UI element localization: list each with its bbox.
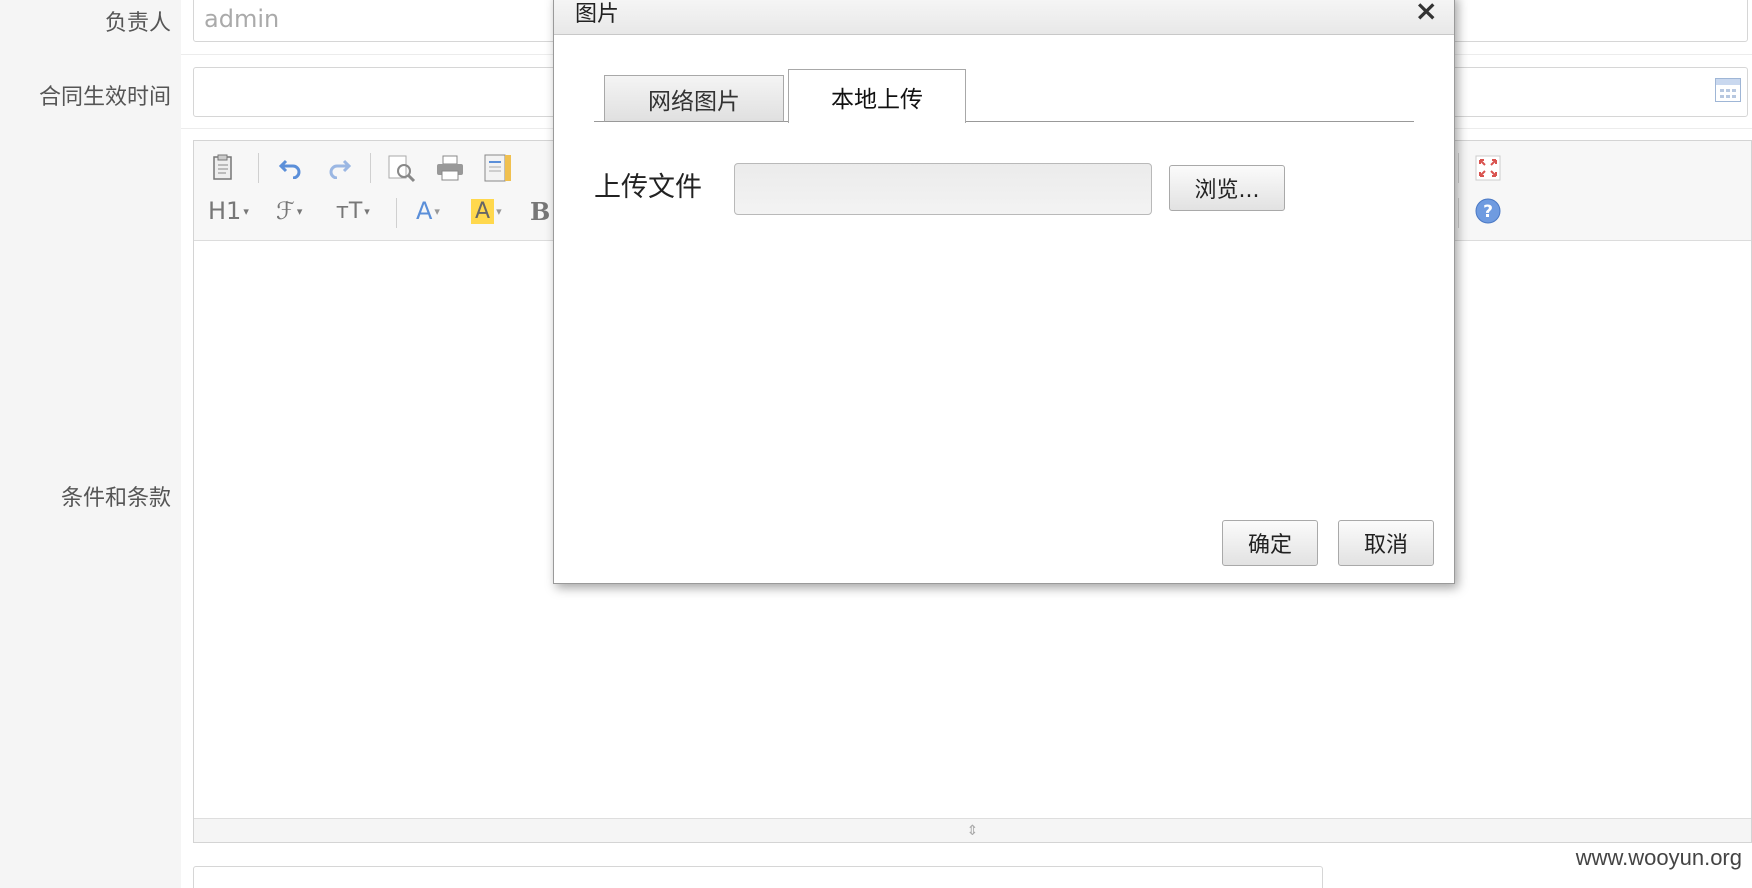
editor-resize-handle[interactable]: ⇕: [194, 818, 1751, 842]
bold-label: B: [530, 196, 551, 226]
toolbar-separator: [370, 153, 371, 183]
undo-icon[interactable]: [276, 153, 306, 183]
browse-button[interactable]: 浏览...: [1169, 165, 1285, 211]
toolbar-separator: [258, 153, 259, 183]
next-field-input[interactable]: [193, 866, 1323, 888]
paste-icon[interactable]: [208, 153, 238, 183]
dialog-title: 图片: [575, 2, 620, 27]
redo-icon[interactable]: [324, 153, 354, 183]
back-color-button[interactable]: A ▾: [471, 196, 515, 226]
upload-file-label: 上传文件: [594, 172, 702, 203]
image-dialog: 图片 × 网络图片 本地上传 上传文件 浏览... 确定 取消: [553, 0, 1455, 584]
close-icon[interactable]: ×: [1415, 0, 1438, 27]
font-size-label: тT: [336, 198, 363, 224]
tab-local-upload[interactable]: 本地上传: [788, 69, 966, 123]
tab-network-image[interactable]: 网络图片: [604, 75, 784, 122]
preview-icon[interactable]: [386, 153, 416, 183]
heading-label: H1: [208, 197, 242, 225]
fullscreen-icon[interactable]: [1473, 153, 1503, 183]
cancel-button[interactable]: 取消: [1338, 520, 1434, 566]
font-color-label: A: [416, 197, 433, 225]
heading-button[interactable]: H1 ▾: [208, 196, 254, 226]
font-size-button[interactable]: тT ▾: [336, 196, 380, 226]
font-color-button[interactable]: A ▾: [416, 196, 456, 226]
toolbar-separator: [1458, 198, 1459, 228]
owner-label: 负责人: [104, 11, 171, 36]
help-icon[interactable]: ?: [1473, 196, 1503, 226]
calendar-icon[interactable]: [1715, 78, 1741, 102]
font-family-label: ℱ: [276, 197, 295, 225]
effective-time-label: 合同生效时间: [38, 85, 171, 110]
template-icon[interactable]: [483, 153, 513, 183]
svg-text:?: ?: [1483, 202, 1493, 222]
toolbar-separator: [1458, 153, 1459, 183]
dialog-header[interactable]: 图片 ×: [554, 0, 1454, 35]
font-family-button[interactable]: ℱ ▾: [276, 196, 316, 226]
ok-button[interactable]: 确定: [1222, 520, 1318, 566]
back-color-label: A: [471, 198, 495, 224]
print-icon[interactable]: [435, 153, 465, 183]
label-column: [0, 0, 181, 888]
toolbar-separator: [396, 198, 397, 228]
terms-label: 条件和条款: [60, 486, 171, 511]
watermark: www.wooyun.org: [1575, 845, 1742, 870]
upload-file-field[interactable]: [734, 163, 1152, 215]
